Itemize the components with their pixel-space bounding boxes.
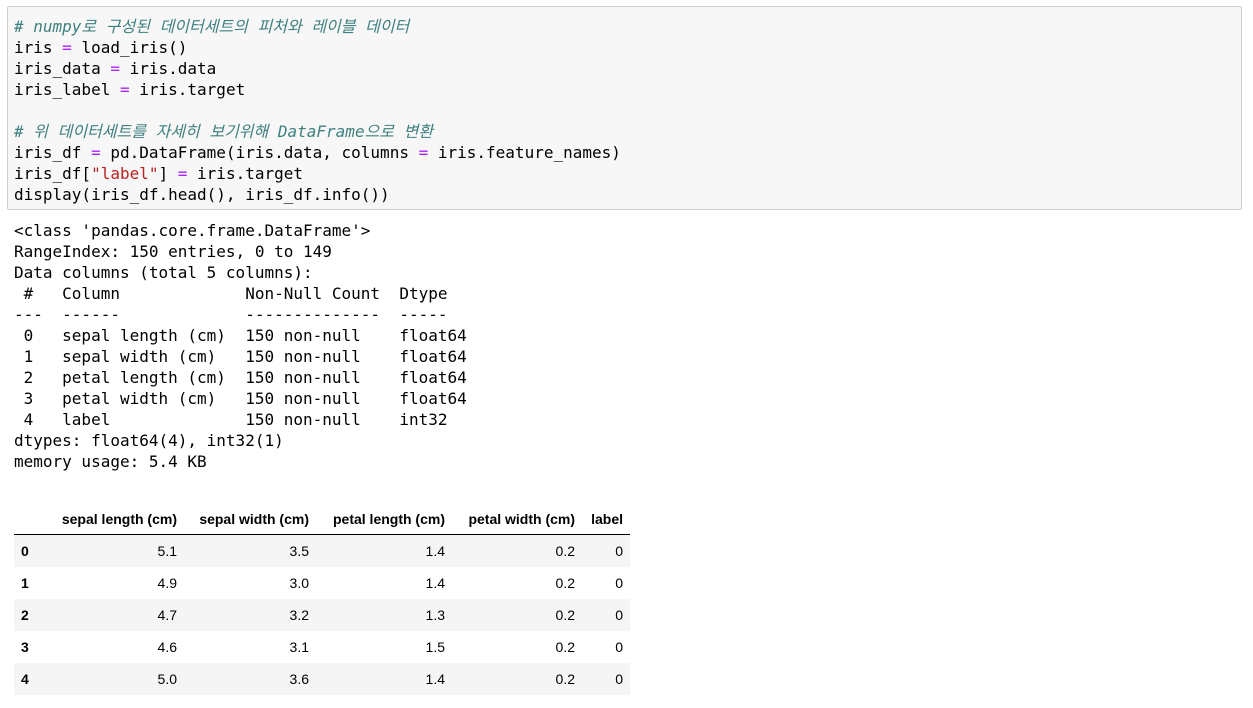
code-line-1: # numpy로 구성된 데이터세트의 피처와 레이블 데이터 <box>14 16 409 37</box>
code-line-8: iris_df["label"] = iris.target <box>14 163 303 184</box>
table-cell: 1.3 <box>425 607 445 623</box>
code-operator: = <box>62 38 72 57</box>
code-operator: = <box>177 164 188 183</box>
code-comment: # numpy로 구성된 데이터세트의 피처와 레이블 데이터 <box>14 17 410 36</box>
table-cell: 3.1 <box>289 639 309 655</box>
info-line: memory usage: 5.4 KB <box>14 452 207 471</box>
code-token: iris.target <box>187 164 303 183</box>
code-token: iris.feature_names) <box>428 143 621 162</box>
table-cell: 3.2 <box>289 607 309 623</box>
table-row: 0 5.1 3.5 1.4 0.2 0 <box>14 534 630 567</box>
code-line-7: iris_df = pd.DataFrame(iris.data, column… <box>14 142 621 163</box>
code-operator: = <box>91 143 101 162</box>
table-cell: 0.2 <box>555 639 575 655</box>
table-cell: 0 <box>615 543 623 559</box>
code-token: display(iris_df.head(), iris_df.info()) <box>14 185 390 204</box>
column-header-index <box>14 504 45 535</box>
table-cell: 1.4 <box>425 575 445 591</box>
table-cell: 0 <box>615 671 623 687</box>
column-header: petal width (cm) <box>452 504 582 535</box>
table-cell: 0.2 <box>555 671 575 687</box>
table-row: 3 4.6 3.1 1.5 0.2 0 <box>14 631 630 663</box>
table-row: 4 5.0 3.6 1.4 0.2 0 <box>14 663 630 695</box>
row-index: 3 <box>21 639 29 655</box>
table-cell: 0.2 <box>555 543 575 559</box>
code-line-3: iris_data = iris.data <box>14 58 216 79</box>
code-token: iris <box>14 38 63 57</box>
table-cell: 3.5 <box>289 543 309 559</box>
code-token: load_iris() <box>71 38 188 57</box>
table-cell: 4.9 <box>157 575 177 591</box>
table-cell: 1.4 <box>425 671 445 687</box>
column-header: sepal width (cm) <box>184 504 316 535</box>
code-token: iris_df <box>14 143 92 162</box>
column-header: sepal length (cm) <box>45 504 184 535</box>
code-token: iris_label <box>14 80 120 99</box>
table-cell: 0 <box>615 575 623 591</box>
code-line-9: display(iris_df.head(), iris_df.info()) <box>14 184 390 205</box>
column-header: petal length (cm) <box>316 504 452 535</box>
table-row: 2 4.7 3.2 1.3 0.2 0 <box>14 599 630 631</box>
info-line: 2 petal length (cm) 150 non-null float64 <box>14 368 467 387</box>
info-line: 1 sepal width (cm) 150 non-null float64 <box>14 347 467 366</box>
code-token: iris_df[ <box>14 164 92 183</box>
table-cell: 4.7 <box>157 607 177 623</box>
row-index: 1 <box>21 575 29 591</box>
code-token: iris.data <box>119 59 217 78</box>
code-cell-input[interactable]: # numpy로 구성된 데이터세트의 피처와 레이블 데이터 iris = l… <box>7 6 1242 210</box>
info-line: 0 sepal length (cm) 150 non-null float64 <box>14 326 467 345</box>
info-line: <class 'pandas.core.frame.DataFrame'> <box>14 221 371 240</box>
code-token: iris.target <box>129 80 246 99</box>
table-cell: 5.1 <box>157 543 177 559</box>
code-comment: # 위 데이터세트를 자세히 보기위해 DataFrame으로 변환 <box>14 122 434 141</box>
table-cell: 0 <box>615 607 623 623</box>
code-string: "label" <box>91 164 159 183</box>
table-cell: 1.5 <box>425 639 445 655</box>
column-header: label <box>582 504 630 535</box>
info-line: dtypes: float64(4), int32(1) <box>14 431 284 450</box>
table-cell: 1.4 <box>425 543 445 559</box>
code-line-2: iris = load_iris() <box>14 37 187 58</box>
dataframe-table: sepal length (cm) sepal width (cm) petal… <box>14 504 630 695</box>
row-index: 2 <box>21 607 29 623</box>
table-cell: 3.0 <box>289 575 309 591</box>
code-operator: = <box>418 143 429 162</box>
table-row: 1 4.9 3.0 1.4 0.2 0 <box>14 567 630 599</box>
code-line-4: iris_label = iris.target <box>14 79 245 100</box>
table-cell: 3.6 <box>289 671 309 687</box>
table-cell: 0.2 <box>555 575 575 591</box>
info-line: RangeIndex: 150 entries, 0 to 149 <box>14 242 332 261</box>
info-line: 3 petal width (cm) 150 non-null float64 <box>14 389 467 408</box>
row-index: 0 <box>21 543 29 559</box>
code-token: pd.DataFrame(iris.data, columns <box>100 143 419 162</box>
table-cell: 0.2 <box>555 607 575 623</box>
table-cell: 0 <box>615 639 623 655</box>
info-line: Data columns (total 5 columns): <box>14 263 313 282</box>
code-token: iris_data <box>14 59 111 78</box>
info-line: --- ------ -------------- ----- <box>14 305 467 324</box>
table-cell: 5.0 <box>157 671 177 687</box>
row-index: 4 <box>21 671 29 687</box>
table-header-row: sepal length (cm) sepal width (cm) petal… <box>14 504 630 535</box>
code-token: ] <box>158 164 178 183</box>
code-operator: = <box>110 59 120 78</box>
info-line: # Column Non-Null Count Dtype <box>14 284 467 303</box>
code-line-6: # 위 데이터세트를 자세히 보기위해 DataFrame으로 변환 <box>14 121 433 142</box>
info-line: 4 label 150 non-null int32 <box>14 410 467 429</box>
table-cell: 4.6 <box>157 639 177 655</box>
code-operator: = <box>119 80 130 99</box>
